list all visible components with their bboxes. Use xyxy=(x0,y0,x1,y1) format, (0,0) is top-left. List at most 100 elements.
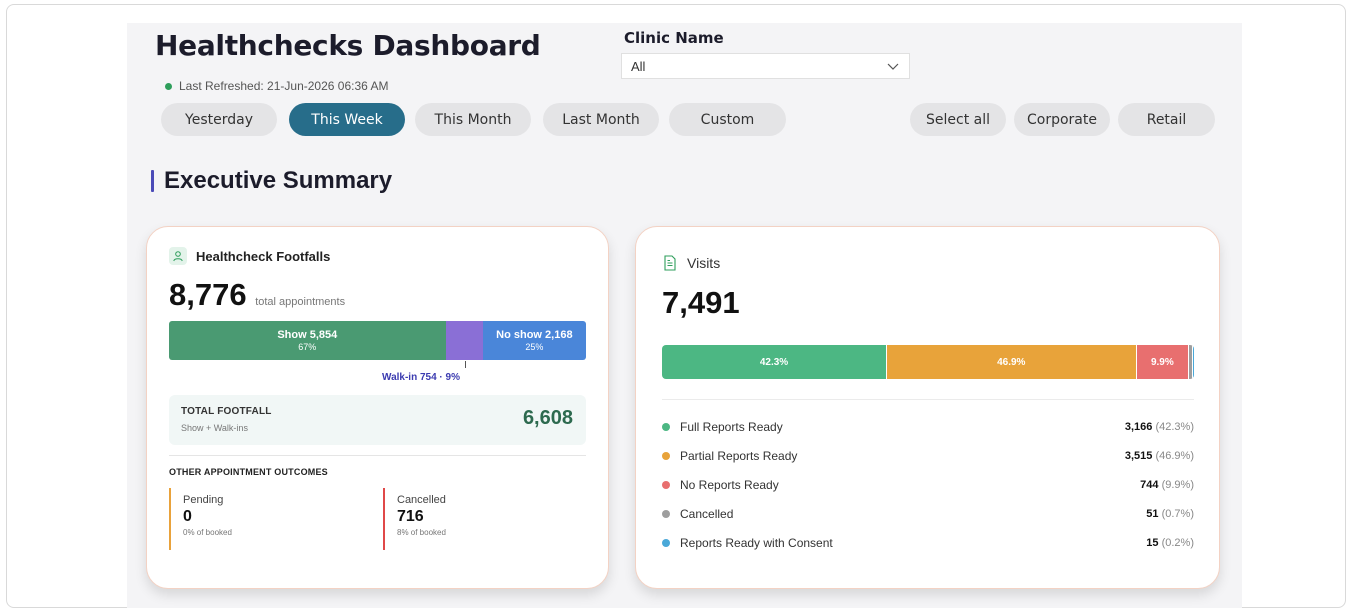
show-segment: Show 5,854 67% xyxy=(169,321,446,360)
legend-pct: (0.2%) xyxy=(1161,536,1194,549)
legend-item: Reports Ready with Consent xyxy=(662,536,833,550)
visits-divider xyxy=(662,399,1194,400)
clinic-select[interactable]: All xyxy=(621,53,910,79)
legend-value: 744 (9.9%) xyxy=(1140,478,1194,491)
filter-this-month-label: This Month xyxy=(434,111,512,128)
legend-value: 15 (0.2%) xyxy=(1146,536,1194,549)
total-footfall-box: TOTAL FOOTFALL Show + Walk-ins 6,608 xyxy=(169,395,586,445)
legend-label: No Reports Ready xyxy=(680,477,779,492)
pending-outcome: Pending 0 0% of booked xyxy=(169,488,369,550)
last-refreshed: Last Refreshed: 21-Jun-2026 06:36 AM xyxy=(165,79,388,93)
executive-summary-heading: Executive Summary xyxy=(151,167,392,195)
legend-row: Partial Reports Ready 3,515 (46.9%) xyxy=(662,441,1194,470)
legend-value: 51 (0.7%) xyxy=(1146,507,1194,520)
section-accent-bar xyxy=(151,170,154,192)
filter-this-week-label: This Week xyxy=(311,111,383,128)
visits-bar-segment xyxy=(1192,345,1194,379)
visits-title: Visits xyxy=(687,255,721,271)
filter-yesterday[interactable]: Yesterday xyxy=(161,103,277,136)
filter-this-month[interactable]: This Month xyxy=(415,103,531,136)
page-title: Healthchecks Dashboard xyxy=(155,29,541,62)
total-footfall-sub: Show + Walk-ins xyxy=(181,423,248,433)
legend-value: 3,166 (42.3%) xyxy=(1124,420,1194,433)
legend-item: Cancelled xyxy=(662,507,733,521)
filter-select-all[interactable]: Select all xyxy=(910,103,1006,136)
legend-label: Cancelled xyxy=(680,506,734,521)
legend-label: Partial Reports Ready xyxy=(680,448,798,463)
footfalls-total-caption: total appointments xyxy=(255,296,346,308)
show-segment-label: Show 5,854 xyxy=(277,329,338,341)
legend-pct: (42.3%) xyxy=(1155,420,1194,433)
footfalls-title: Healthcheck Footfalls xyxy=(196,248,331,264)
visits-bar-segment: 42.3% xyxy=(662,345,888,379)
pending-label: Pending xyxy=(183,494,224,506)
legend-item: Full Reports Ready xyxy=(662,420,783,434)
legend-dot-icon xyxy=(662,538,670,547)
other-outcomes-label: OTHER APPOINTMENT OUTCOMES xyxy=(169,467,328,477)
walkin-marker xyxy=(465,361,466,368)
filter-select-all-label: Select all xyxy=(926,111,990,128)
dashboard-canvas: Healthchecks Dashboard Last Refreshed: 2… xyxy=(127,23,1242,608)
clinic-filter-label: Clinic Name xyxy=(624,29,724,47)
total-footfall-value: 6,608 xyxy=(522,407,573,429)
show-segment-pct: 67% xyxy=(298,341,317,352)
filter-retail[interactable]: Retail xyxy=(1118,103,1215,136)
document-icon xyxy=(664,255,676,271)
legend-pct: (46.9%) xyxy=(1155,449,1194,462)
footfalls-total: 8,776 total appointments xyxy=(169,277,345,313)
legend-row: Reports Ready with Consent 15 (0.2%) xyxy=(662,528,1194,557)
filter-yesterday-label: Yesterday xyxy=(185,111,253,128)
filter-retail-label: Retail xyxy=(1146,111,1187,128)
legend-dot-icon xyxy=(662,509,670,518)
legend-row: No Reports Ready 744 (9.9%) xyxy=(662,470,1194,499)
footfalls-total-value: 8,776 xyxy=(169,277,247,312)
status-dot-icon xyxy=(165,82,172,90)
total-footfall-label: TOTAL FOOTFALL xyxy=(181,406,272,417)
footfalls-divider xyxy=(169,455,586,456)
visits-bar-segment: 9.9% xyxy=(1136,345,1190,379)
user-icon xyxy=(169,247,187,265)
app-frame: Healthchecks Dashboard Last Refreshed: 2… xyxy=(6,4,1346,608)
walkin-segment xyxy=(445,321,483,360)
visits-total: 7,491 xyxy=(662,285,740,320)
footfalls-header: Healthcheck Footfalls xyxy=(169,247,330,265)
filter-custom[interactable]: Custom xyxy=(669,103,786,136)
legend-item: Partial Reports Ready xyxy=(662,449,797,463)
filter-last-month[interactable]: Last Month xyxy=(543,103,659,136)
footfalls-card: Healthcheck Footfalls 8,776 total appoin… xyxy=(146,226,609,589)
legend-label: Full Reports Ready xyxy=(680,419,783,434)
legend-pct: (0.7%) xyxy=(1161,507,1194,520)
footfalls-stacked-bar: Show 5,854 67% No show 2,168 25% xyxy=(169,321,586,360)
filter-corporate[interactable]: Corporate xyxy=(1014,103,1110,136)
noshow-segment-label: No show 2,168 xyxy=(496,329,573,341)
section-title: Executive Summary xyxy=(164,167,393,194)
legend-dot-icon xyxy=(662,422,670,431)
legend-row: Full Reports Ready 3,166 (42.3%) xyxy=(662,412,1194,441)
filter-last-month-label: Last Month xyxy=(562,111,640,128)
filter-this-week[interactable]: This Week xyxy=(289,103,405,136)
walkin-label: Walk-in 754 · 9% xyxy=(382,372,460,383)
cancelled-meta: 8% of booked xyxy=(397,528,446,537)
chevron-down-icon xyxy=(887,63,899,70)
legend-dot-icon xyxy=(662,451,670,460)
visits-stacked-bar: 42.3% 46.9% 9.9% xyxy=(662,345,1194,379)
visits-header: Visits xyxy=(663,255,720,271)
legend-item: No Reports Ready xyxy=(662,478,779,492)
visits-card: Visits 7,491 42.3% 46.9% 9.9% Full Reports… xyxy=(635,226,1220,589)
pending-meta: 0% of booked xyxy=(183,528,232,537)
legend-pct: (9.9%) xyxy=(1161,478,1194,491)
pending-value: 0 xyxy=(183,508,192,525)
cancelled-value: 716 xyxy=(397,508,424,525)
legend-row: Cancelled 51 (0.7%) xyxy=(662,499,1194,528)
filter-custom-label: Custom xyxy=(700,111,755,128)
cancelled-outcome: Cancelled 716 8% of booked xyxy=(383,488,583,550)
cancelled-label: Cancelled xyxy=(397,494,446,506)
visits-bar-segment: 46.9% xyxy=(887,345,1137,379)
legend-value: 3,515 (46.9%) xyxy=(1124,449,1194,462)
noshow-segment-pct: 25% xyxy=(525,341,544,352)
clinic-select-value: All xyxy=(631,58,646,74)
legend-label: Reports Ready with Consent xyxy=(680,535,833,550)
noshow-segment: No show 2,168 25% xyxy=(482,321,586,360)
legend-dot-icon xyxy=(662,480,670,489)
visits-legend: Full Reports Ready 3,166 (42.3%) Partial R… xyxy=(662,412,1194,557)
